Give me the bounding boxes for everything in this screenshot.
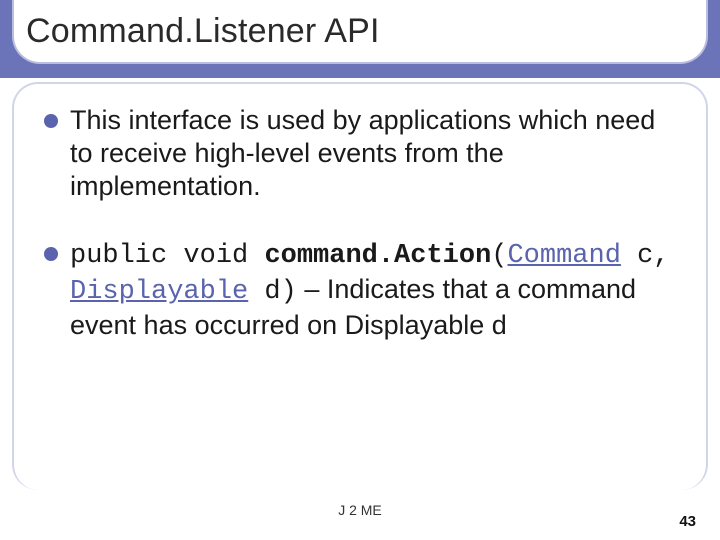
bullet-list: This interface is used by applications w…	[42, 104, 678, 342]
header-band: Command.Listener API	[0, 0, 720, 78]
title-card: Command.Listener API	[12, 0, 708, 64]
code-text: c,	[621, 241, 670, 271]
bullet-item: This interface is used by applications w…	[42, 104, 678, 203]
code-text: command.Action	[264, 241, 491, 271]
footer-center-label: J 2 ME	[0, 502, 720, 518]
bullet-item: public void command.Action(Command c, Di…	[42, 237, 678, 342]
code-text: (	[491, 241, 507, 271]
body-text: This interface is used by applications w…	[70, 105, 655, 201]
code-text: public void	[70, 241, 264, 271]
footer: J 2 ME 43	[0, 502, 720, 532]
page-number: 43	[679, 513, 696, 530]
code-link-text: Displayable	[70, 277, 248, 307]
code-text: d)	[248, 277, 297, 307]
code-link-text: Command	[507, 241, 620, 271]
body-text: –	[297, 274, 327, 304]
slide: Command.Listener API This interface is u…	[0, 0, 720, 540]
body-card: This interface is used by applications w…	[12, 82, 708, 490]
slide-title: Command.Listener API	[26, 12, 380, 51]
